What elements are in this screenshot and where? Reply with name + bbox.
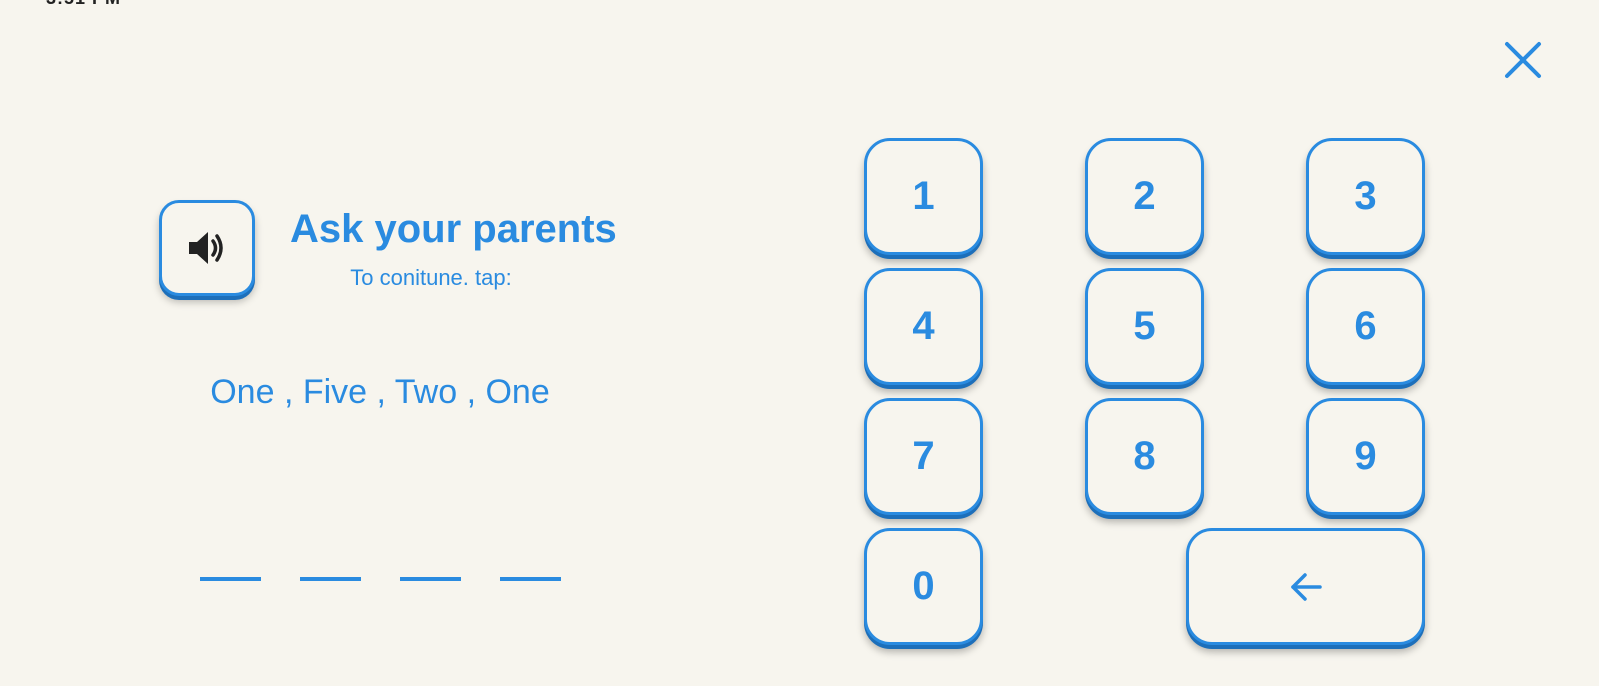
close-icon: [1505, 42, 1541, 78]
keypad-key-2[interactable]: 2: [1085, 138, 1204, 255]
code-entry-slots: [200, 577, 600, 581]
backspace-button[interactable]: [1186, 528, 1425, 645]
keypad-key-1[interactable]: 1: [864, 138, 983, 255]
status-bar-time: 3:51 PM: [46, 0, 121, 9]
code-slot-1: [200, 577, 261, 581]
keypad-key-4[interactable]: 4: [864, 268, 983, 385]
code-slot-3: [400, 577, 461, 581]
keypad-key-7[interactable]: 7: [864, 398, 983, 515]
instruction-text: To conitune. tap:: [350, 265, 512, 290]
close-button[interactable]: [1503, 40, 1543, 80]
keypad-key-9[interactable]: 9: [1306, 398, 1425, 515]
keypad-key-3[interactable]: 3: [1306, 138, 1425, 255]
code-words: One , Five , Two , One: [210, 373, 550, 411]
keypad-key-8[interactable]: 8: [1085, 398, 1204, 515]
page-title: Ask your parents: [290, 207, 617, 251]
keypad-key-5[interactable]: 5: [1085, 268, 1204, 385]
code-slot-2: [300, 577, 361, 581]
keypad-key-0[interactable]: 0: [864, 528, 983, 645]
code-slot-4: [500, 577, 561, 581]
arrow-left-icon: [1290, 572, 1322, 601]
keypad-key-6[interactable]: 6: [1306, 268, 1425, 385]
speaker-icon: [189, 232, 223, 264]
play-sound-button[interactable]: [159, 200, 255, 296]
